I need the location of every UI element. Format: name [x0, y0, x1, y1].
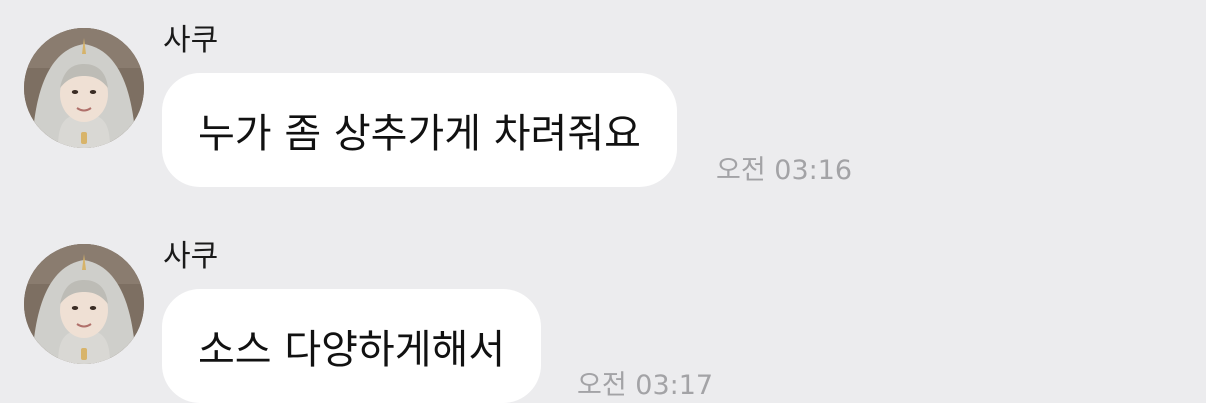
sender-avatar[interactable]	[24, 28, 144, 148]
message-timestamp: 오전 03:16	[716, 155, 853, 186]
avatar-photo-icon	[24, 244, 144, 364]
message-timestamp: 오전 03:17	[577, 370, 714, 401]
sender-avatar[interactable]	[24, 244, 144, 364]
sender-name: 사쿠	[163, 239, 219, 274]
sender-name: 사쿠	[163, 23, 219, 58]
avatar-photo-icon	[24, 28, 144, 148]
message-bubble[interactable]: 누가 좀 상추가게 차려줘요	[162, 73, 677, 187]
message-bubble[interactable]: 소스 다양하게해서	[162, 289, 542, 403]
